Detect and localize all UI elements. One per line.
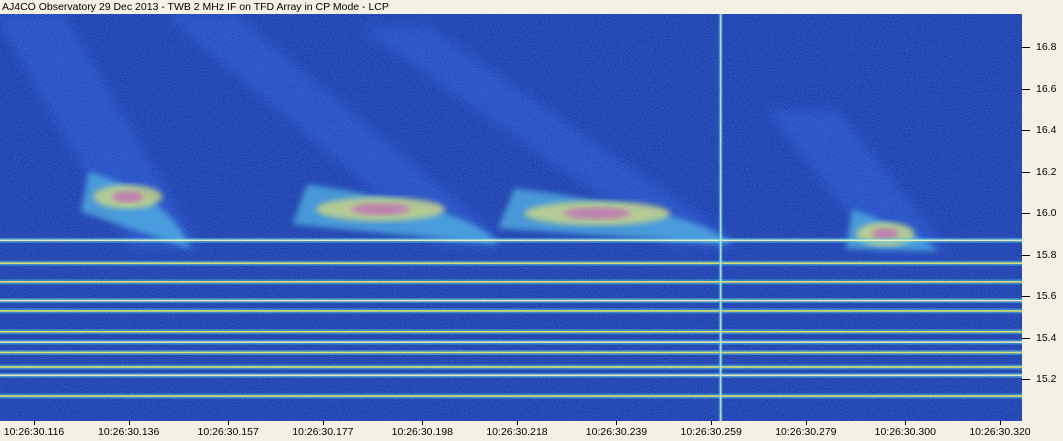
y-tick-mark [1022,296,1030,298]
y-tick-label: 15.8 [1036,248,1057,261]
y-axis: 15.2 15.4 15.6 15.8 16.0 16.2 16.4 16.6 16.8 [1022,14,1063,421]
x-tick-mark [616,421,618,425]
x-tick-mark [322,421,324,425]
y-tick-mark [1022,213,1030,215]
y-tick-mark [1022,379,1030,381]
x-tick-mark [805,421,807,425]
x-tick-label: 10:26:30.300 [874,426,936,438]
spectrogram-plot[interactable] [0,14,1022,421]
x-tick-label: 10:26:30.320 [969,426,1031,438]
y-tick-label: 16.8 [1036,41,1057,54]
interference-line [0,395,1022,397]
interference-line [0,299,1022,302]
x-tick-label: 10:26:30.157 [197,426,259,438]
y-tick-label: 16.0 [1036,207,1057,220]
y-tick-mark [1022,171,1030,173]
interference-line [0,281,1022,283]
x-tick-mark [1000,421,1001,425]
y-tick-label: 15.6 [1036,290,1057,303]
y-tick-label: 16.4 [1036,124,1057,137]
vertical-interference-line [719,14,722,421]
y-tick-mark [1022,88,1030,90]
y-tick-mark [1022,254,1030,256]
x-tick-mark [711,421,713,425]
x-axis: 10:26:30.116 10:26:30.136 10:26:30.157 10:2… [0,421,1063,441]
noise-texture [0,14,1022,421]
x-tick-label: 10:26:30.198 [391,426,453,438]
interference-line [0,239,1022,242]
interference-line [0,341,1022,343]
interference-line [0,374,1022,377]
interference-line [0,310,1022,312]
x-tick-mark [34,421,35,425]
y-tick-label: 16.2 [1036,165,1057,178]
interference-line [0,351,1022,354]
y-tick-label: 16.6 [1036,82,1057,95]
interference-line [0,330,1022,333]
x-tick-label: 10:26:30.218 [486,426,548,438]
y-tick-mark [1022,47,1030,49]
x-tick-label: 10:26:30.239 [585,426,648,438]
x-tick-mark [517,421,518,425]
x-tick-mark [905,421,907,425]
x-tick-label: 10:26:30.259 [680,426,742,438]
y-tick-label: 15.2 [1036,373,1057,386]
interference-line [0,262,1022,264]
x-tick-label: 10:26:30.279 [775,426,837,438]
x-tick-label: 10:26:30.136 [98,426,160,438]
y-tick-mark [1022,337,1030,339]
spectrogram-svg [0,14,1022,421]
x-tick-mark [128,421,130,425]
x-tick-mark [228,421,230,425]
x-tick-mark [422,421,424,425]
y-tick-label: 15.4 [1036,331,1057,344]
chart-title: AJ4CO Observatory 29 Dec 2013 - TWB 2 MH… [0,0,1063,14]
y-tick-mark [1022,130,1030,132]
x-tick-label: 10:26:30.116 [3,426,65,438]
interference-line [0,366,1022,368]
x-tick-label: 10:26:30.177 [292,426,354,438]
